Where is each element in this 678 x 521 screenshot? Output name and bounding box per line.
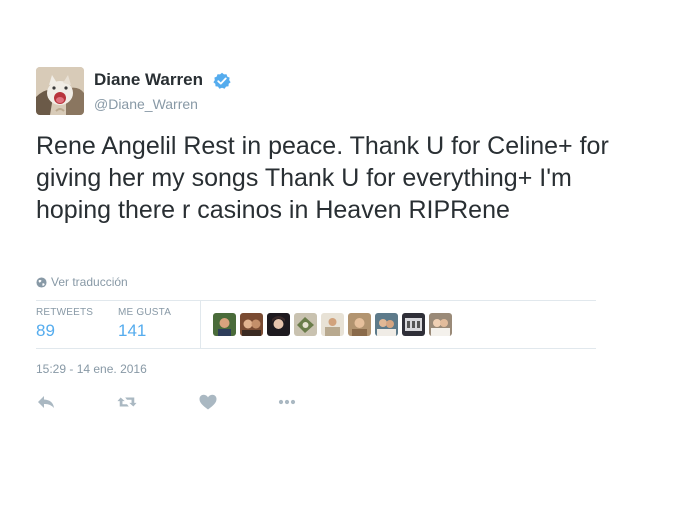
display-name[interactable]: Diane Warren <box>94 70 203 90</box>
stats-divider <box>200 301 201 348</box>
globe-icon <box>36 276 47 288</box>
translate-link[interactable]: Ver traducción <box>36 275 128 289</box>
retweets-stat[interactable]: RETWEETS 89 <box>36 307 93 341</box>
likes-label: ME GUSTA <box>118 307 172 318</box>
like-heart-icon[interactable] <box>198 393 218 411</box>
facepile-avatar[interactable] <box>375 313 398 336</box>
facepile-avatar[interactable] <box>402 313 425 336</box>
facepile-avatar[interactable] <box>429 313 452 336</box>
facepile-avatar[interactable] <box>294 313 317 336</box>
facepile-avatar[interactable] <box>348 313 371 336</box>
facepile-avatar[interactable] <box>213 313 236 336</box>
retweets-count[interactable]: 89 <box>36 321 93 341</box>
retweet-icon[interactable] <box>117 393 137 411</box>
likes-stat[interactable]: ME GUSTA 141 <box>118 307 171 341</box>
avatar[interactable] <box>36 67 84 115</box>
translate-label[interactable]: Ver traducción <box>51 275 128 289</box>
likes-count[interactable]: 141 <box>118 321 171 341</box>
retweets-label: RETWEETS <box>36 307 94 318</box>
verified-badge-icon <box>213 72 231 89</box>
facepile <box>213 313 452 336</box>
facepile-avatar[interactable] <box>267 313 290 336</box>
facepile-avatar[interactable] <box>321 313 344 336</box>
tweet-timestamp[interactable]: 15:29 - 14 ene. 2016 <box>36 362 147 376</box>
facepile-avatar[interactable] <box>240 313 263 336</box>
cat-avatar-icon <box>36 67 84 115</box>
tweet-text: Rene Angelil Rest in peace. Thank U for … <box>36 132 609 224</box>
more-options-icon[interactable] <box>277 393 297 411</box>
reply-icon[interactable] <box>36 393 56 411</box>
stats-bar: RETWEETS 89 ME GUSTA 141 <box>36 300 596 349</box>
screen-name[interactable]: @Diane_Warren <box>94 96 198 112</box>
